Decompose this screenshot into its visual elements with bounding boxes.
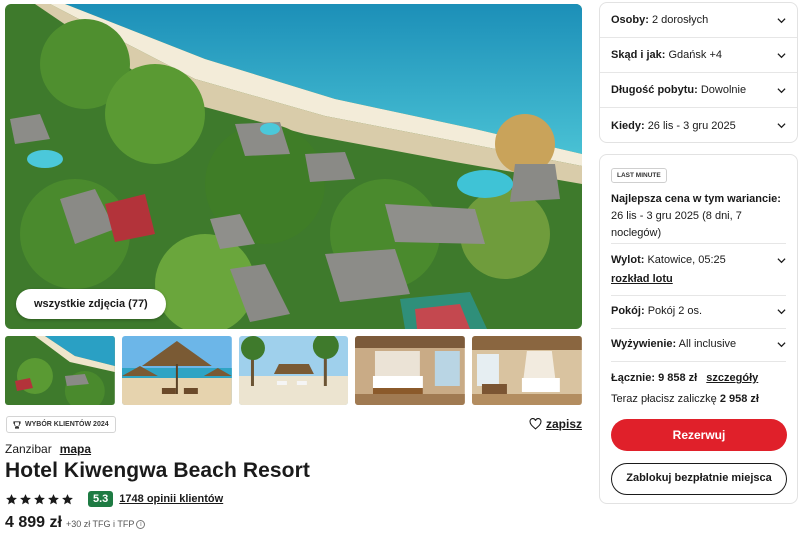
star-icon [48, 493, 59, 504]
price-extra-label: +30 zł TFG i TFP [65, 519, 135, 529]
divider [611, 295, 786, 296]
divider [611, 243, 786, 244]
chevron-down-icon [777, 308, 786, 314]
search-criteria-panel: Osoby: 2 dorosłych Skąd i jak: Gdańsk +4… [599, 2, 798, 143]
total-label: Łącznie: 9 858 zł [611, 372, 698, 384]
search-row-label: Osoby: [611, 14, 649, 26]
offer-panel: LAST MINUTE Najlepsza cena w tym warianc… [599, 154, 798, 504]
room-row[interactable]: Pokój: Pokój 2 os. [611, 305, 786, 317]
save-label: zapisz [545, 417, 582, 431]
star-rating [5, 493, 74, 506]
deposit-info: Teraz płacisz zaliczkę 2 958 zł [611, 393, 759, 405]
block-places-button[interactable]: Zablokuj bezpłatnie miejsca [611, 463, 787, 495]
location-name: Zanzibar [5, 442, 52, 456]
chevron-down-icon [777, 87, 786, 93]
best-price-dates: 26 lis - 3 gru 2025 (8 dni, 7 noclegów) [611, 210, 742, 239]
thumbnail-aerial-resort[interactable] [5, 336, 115, 405]
best-price-label: Najlepsza cena w tym wariancie: [611, 193, 781, 205]
chevron-down-icon [777, 257, 786, 263]
hotel-price: 4 899 zł [5, 514, 62, 531]
heart-icon [529, 418, 542, 430]
board-value: All inclusive [678, 338, 737, 350]
customer-choice-label: WYBÓR KLIENTÓW 2024 [25, 421, 109, 428]
reviews-link[interactable]: 1748 opinii klientów [119, 493, 223, 505]
hotel-location: Zanzibar mapa [5, 442, 91, 456]
flight-schedule-link[interactable]: rozkład lotu [611, 273, 673, 285]
board-row[interactable]: Wyżywienie: All inclusive [611, 338, 786, 350]
chevron-down-icon [777, 52, 786, 58]
chevron-down-icon [777, 123, 786, 129]
search-row-dates[interactable]: Kiedy: 26 lis - 3 gru 2025 [600, 108, 797, 143]
review-score-badge: 5.3 [88, 491, 114, 507]
aerial-resort-image [5, 4, 582, 329]
star-icon [34, 493, 45, 504]
room-value: Pokój 2 os. [647, 305, 703, 317]
hotel-name: Hotel Kiwengwa Beach Resort [5, 459, 310, 482]
star-icon [62, 493, 73, 504]
info-icon[interactable]: i [136, 519, 146, 529]
thumbnail-hotel-room[interactable] [355, 336, 466, 405]
price-extra: +30 zł TFG i TFP i [65, 519, 146, 529]
search-row-value: Gdańsk +4 [668, 49, 722, 61]
search-row-value: 26 lis - 3 gru 2025 [647, 119, 736, 132]
all-photos-button[interactable]: wszystkie zdjęcia (77) [16, 289, 166, 319]
search-row-label: Długość pobytu: [611, 84, 698, 96]
search-row-persons[interactable]: Osoby: 2 dorosłych [600, 3, 797, 38]
star-icon [20, 493, 31, 504]
customer-choice-badge: WYBÓR KLIENTÓW 2024 [6, 416, 116, 433]
divider [611, 328, 786, 329]
best-price-info: Najlepsza cena w tym wariancie: 26 lis -… [611, 191, 791, 242]
search-row-value: 2 dorosłych [651, 14, 709, 26]
reserve-button[interactable]: Rezerwuj [611, 419, 787, 451]
deposit-value: 2 958 zł [719, 393, 759, 405]
search-row-label: Skąd i jak: [611, 49, 666, 61]
thumbnail-hotel-suite[interactable] [472, 336, 582, 405]
rating-row: 5.3 1748 opinii klientów [5, 490, 223, 508]
details-link[interactable]: szczegóły [706, 372, 758, 384]
flight-row[interactable]: Wylot: Katowice, 05:25 [611, 254, 786, 266]
deposit-text: Teraz płacisz zaliczkę [611, 393, 717, 405]
star-icon [6, 493, 17, 504]
flight-label: Wylot: [611, 254, 645, 266]
board-label: Wyżywienie: [611, 338, 677, 350]
thumbnail-beach-palms[interactable] [238, 336, 349, 405]
search-row-departure[interactable]: Skąd i jak: Gdańsk +4 [600, 38, 797, 73]
thumbnail-strip [5, 336, 582, 405]
search-row-duration[interactable]: Długość pobytu: Dowolnie [600, 73, 797, 108]
chevron-down-icon [777, 341, 786, 347]
map-link[interactable]: mapa [60, 442, 91, 456]
last-minute-badge: LAST MINUTE [611, 168, 667, 183]
save-button[interactable]: zapisz [529, 417, 582, 431]
trophy-icon [13, 420, 21, 429]
chevron-down-icon [777, 17, 786, 23]
search-row-label: Kiedy: [611, 119, 645, 132]
main-photo[interactable] [5, 4, 582, 329]
search-row-value: Dowolnie [700, 84, 747, 96]
room-label: Pokój: [611, 305, 645, 317]
divider [611, 361, 786, 362]
price-row: 4 899 zł +30 zł TFG i TFP i [5, 514, 146, 532]
thumbnail-beach-umbrellas[interactable] [121, 336, 232, 405]
total-price: Łącznie: 9 858 zł szczegóły [611, 372, 758, 384]
flight-value: Katowice, 05:25 [647, 254, 726, 266]
